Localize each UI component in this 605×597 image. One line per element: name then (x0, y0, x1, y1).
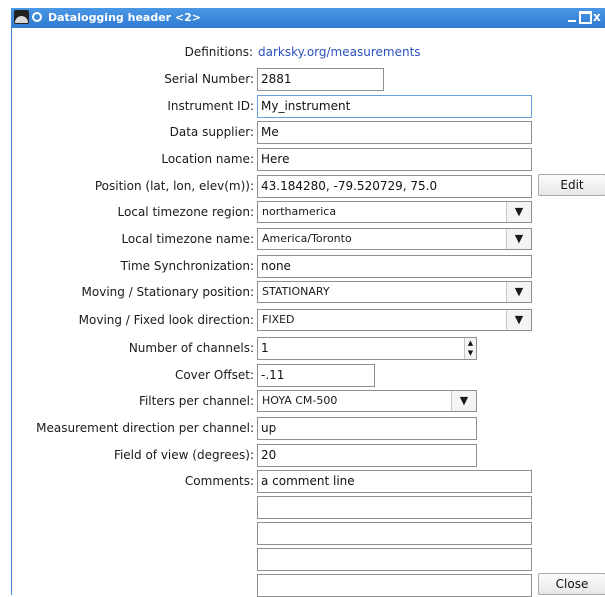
edit-position-button[interactable]: Edit (538, 174, 605, 196)
comment-line-1[interactable]: a comment line (257, 470, 532, 493)
close-button[interactable]: Close (538, 573, 605, 595)
look-direction-select[interactable]: FIXED ▼ (257, 309, 532, 331)
filters-label: Filters per channel: (138, 394, 254, 408)
form-panel: Definitions: darksky.org/measurements Se… (11, 28, 605, 597)
num-channels-value: 1 (261, 341, 269, 355)
moving-position-select[interactable]: STATIONARY ▼ (257, 281, 532, 303)
moving-position-label: Moving / Stationary position: (81, 285, 254, 299)
measurement-direction-field[interactable]: up (257, 417, 477, 440)
maximize-icon[interactable] (579, 11, 592, 24)
num-channels-label: Number of channels: (128, 341, 254, 355)
location-name-label: Location name: (161, 152, 254, 166)
minimize-icon[interactable] (566, 11, 579, 24)
comment-line-4[interactable] (257, 548, 532, 571)
close-window-icon[interactable]: x (593, 11, 605, 24)
position-label: Position (lat, lon, elev(m)): (94, 179, 254, 193)
spin-down-icon[interactable]: ▼ (465, 348, 476, 358)
filters-value: HOYA CM-500 (262, 394, 338, 407)
chevron-down-icon[interactable]: ▼ (506, 202, 531, 222)
timezone-name-select[interactable]: America/Toronto ▼ (257, 228, 532, 250)
app-icon (14, 10, 29, 24)
comment-line-2[interactable] (257, 496, 532, 519)
instrument-id-field[interactable]: My_instrument (257, 95, 532, 118)
datalogging-header-window: Datalogging header <2> x Definitions: da… (11, 8, 605, 597)
chevron-down-icon[interactable]: ▼ (506, 282, 531, 302)
comment-line-5[interactable] (257, 574, 532, 597)
field-of-view-label: Field of view (degrees): (113, 448, 254, 462)
timezone-region-value: northamerica (262, 205, 337, 218)
serial-number-field[interactable]: 2881 (257, 68, 384, 91)
timezone-name-label: Local timezone name: (121, 232, 254, 246)
location-name-field[interactable]: Here (257, 148, 532, 171)
definitions-label: Definitions: (184, 45, 253, 59)
spinner-arrows[interactable]: ▲ ▼ (464, 338, 476, 359)
definitions-link[interactable]: darksky.org/measurements (258, 45, 421, 59)
timezone-region-select[interactable]: northamerica ▼ (257, 201, 532, 223)
comments-label: Comments: (184, 474, 254, 488)
serial-number-label: Serial Number: (164, 72, 254, 86)
filters-select[interactable]: HOYA CM-500 ▼ (257, 390, 477, 412)
look-direction-value: FIXED (262, 313, 295, 326)
data-supplier-label: Data supplier: (169, 125, 254, 139)
position-field[interactable]: 43.184280, -79.520729, 75.0 (257, 175, 532, 198)
time-sync-label: Time Synchronization: (120, 259, 254, 273)
moving-position-value: STATIONARY (262, 285, 330, 298)
chevron-down-icon[interactable]: ▼ (506, 310, 531, 330)
look-direction-label: Moving / Fixed look direction: (78, 313, 254, 327)
chevron-down-icon[interactable]: ▼ (506, 229, 531, 249)
spin-up-icon[interactable]: ▲ (465, 338, 476, 348)
time-sync-field[interactable]: none (257, 255, 532, 278)
cover-offset-label: Cover Offset: (174, 368, 254, 382)
comment-line-3[interactable] (257, 522, 532, 545)
data-supplier-field[interactable]: Me (257, 121, 532, 144)
cover-offset-field[interactable]: -.11 (257, 364, 375, 387)
timezone-name-value: America/Toronto (262, 232, 352, 245)
num-channels-spinner[interactable]: 1 ▲ ▼ (257, 337, 477, 360)
field-of-view-field[interactable]: 20 (257, 444, 477, 467)
measurement-direction-label: Measurement direction per channel: (36, 421, 254, 435)
instrument-id-label: Instrument ID: (167, 99, 254, 113)
title-bar[interactable]: Datalogging header <2> x (11, 8, 605, 28)
chevron-down-icon[interactable]: ▼ (451, 391, 476, 411)
window-title: Datalogging header <2> (48, 11, 202, 24)
timezone-region-label: Local timezone region: (117, 205, 254, 219)
window-menu-icon[interactable] (32, 12, 42, 22)
